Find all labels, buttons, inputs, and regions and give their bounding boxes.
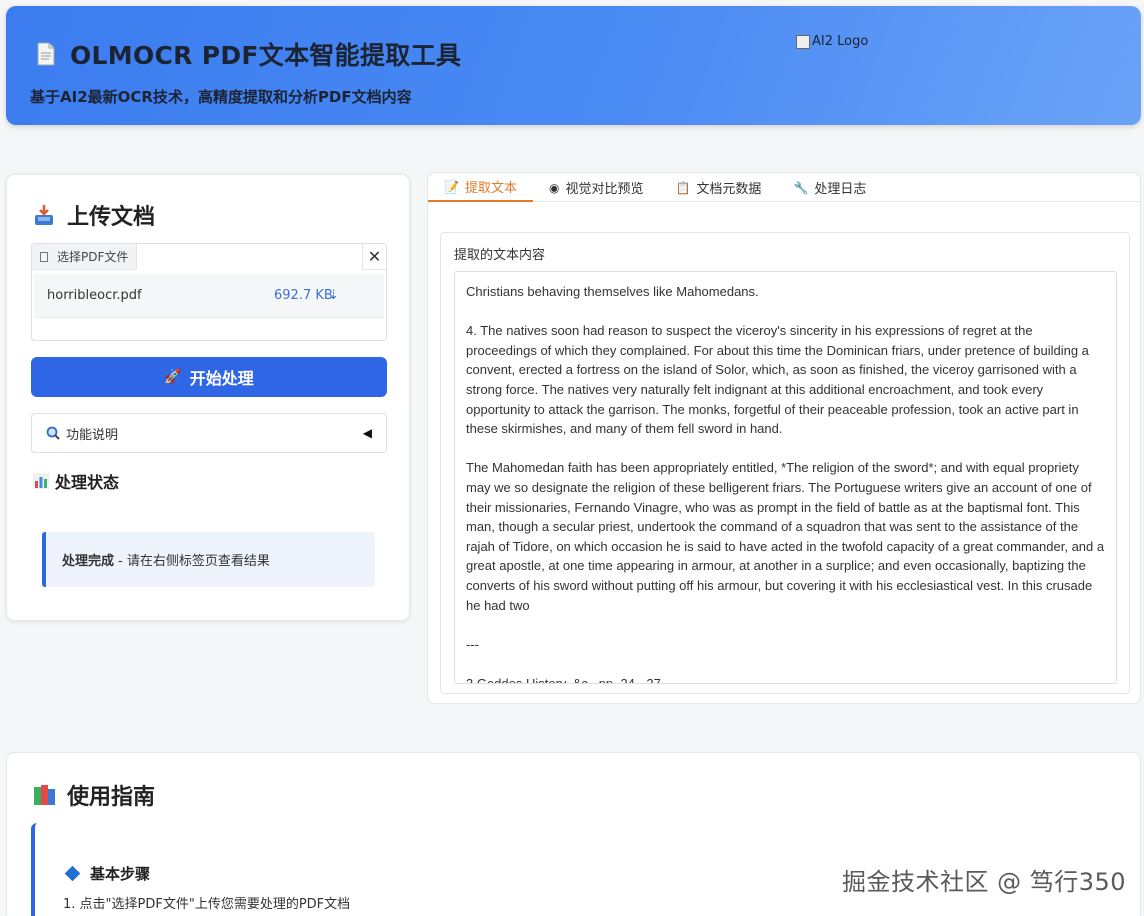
collapse-arrow-icon: ◀ bbox=[362, 426, 372, 440]
tab-extracted-text[interactable]: 📝 提取文本 bbox=[428, 173, 533, 202]
rocket-icon: 🚀 bbox=[164, 369, 182, 385]
tab-label: 提取文本 bbox=[464, 181, 517, 196]
start-processing-button[interactable]: 🚀 开始处理 bbox=[31, 357, 387, 397]
upload-title-text: 上传文档 bbox=[67, 205, 156, 230]
ai2-logo: AI2 Logo bbox=[796, 34, 868, 49]
logo-alt-text: AI2 Logo bbox=[812, 34, 869, 49]
tab-processing-log[interactable]: 🔧 处理日志 bbox=[777, 173, 882, 202]
books-icon bbox=[34, 785, 55, 805]
diamond-icon bbox=[64, 865, 81, 882]
upload-panel: 上传文档 选择PDF文件 ✕ horribleocr.pdf 692.7 KB … bbox=[6, 174, 410, 621]
text-paragraph: Christians behaving themselves like Maho… bbox=[466, 284, 759, 299]
close-icon[interactable]: ✕ bbox=[362, 244, 386, 270]
file-name: horribleocr.pdf bbox=[47, 288, 142, 303]
uploaded-file-row: horribleocr.pdf 692.7 KB ⇣ bbox=[34, 274, 384, 318]
result-tabs: 📝 提取文本 ◉ 视觉对比预览 📋 文档元数据 🔧 处理日志 bbox=[428, 173, 1140, 202]
app-subtitle: 基于AI2最新OCR技术，高精度提取和分析PDF文档内容 bbox=[30, 88, 412, 106]
document-icon bbox=[37, 42, 55, 66]
wrench-icon: 🔧 bbox=[793, 180, 809, 195]
title-row: OLMOCR PDF文本智能提取工具 bbox=[36, 36, 461, 72]
step-item: 1. 点击"选择PDF文件"上传您需要处理的PDF文档 bbox=[63, 897, 351, 912]
inbox-tray-icon bbox=[35, 205, 53, 225]
bar-chart-icon bbox=[33, 473, 49, 489]
tab-visual-compare[interactable]: ◉ 视觉对比预览 bbox=[533, 173, 660, 202]
upload-section-title: 上传文档 bbox=[33, 199, 155, 231]
steps-heading-text: 基本步骤 bbox=[90, 865, 151, 883]
guide-section-title: 使用指南 bbox=[33, 779, 155, 811]
magnifier-icon bbox=[46, 426, 60, 440]
file-icon bbox=[40, 251, 48, 262]
choose-file-label: 选择PDF文件 bbox=[57, 250, 129, 264]
guide-title-text: 使用指南 bbox=[67, 785, 156, 810]
app-header: OLMOCR PDF文本智能提取工具 基于AI2最新OCR技术，高精度提取和分析… bbox=[6, 6, 1141, 125]
status-title-text: 处理状态 bbox=[55, 473, 120, 492]
tab-metadata[interactable]: 📋 文档元数据 bbox=[659, 173, 777, 202]
app-title: OLMOCR PDF文本智能提取工具 bbox=[70, 41, 462, 70]
status-section-title: 处理状态 bbox=[33, 469, 119, 493]
tab-label: 处理日志 bbox=[814, 182, 867, 197]
status-message: 处理完成 - 请在右侧标签页查看结果 bbox=[42, 532, 375, 587]
text-paragraph: The Mahomedan faith has been appropriate… bbox=[466, 460, 1105, 613]
text-paragraph: --- bbox=[466, 636, 479, 652]
results-panel: 📝 提取文本 ◉ 视觉对比预览 📋 文档元数据 🔧 处理日志 提取的文本内容 C… bbox=[427, 172, 1141, 704]
feature-label: 功能说明 bbox=[66, 427, 119, 443]
text-paragraph: 4. The natives soon had reason to suspec… bbox=[466, 323, 1089, 437]
tab-label: 视觉对比预览 bbox=[565, 182, 644, 197]
clipboard-icon: 📋 bbox=[675, 180, 691, 195]
status-text: - 请在右侧标签页查看结果 bbox=[118, 554, 270, 569]
eye-icon: ◉ bbox=[548, 180, 560, 195]
memo-icon: 📝 bbox=[444, 179, 459, 194]
feature-description-accordion[interactable]: 功能说明 ◀ bbox=[31, 413, 387, 453]
choose-file-button[interactable]: 选择PDF文件 bbox=[32, 244, 138, 270]
text-paragraph: 3 Geddes History, &c., pp. 24 - 27. bbox=[466, 675, 665, 684]
extracted-text-label: 提取的文本内容 bbox=[454, 248, 546, 263]
status-bold: 处理完成 bbox=[62, 554, 115, 569]
file-size-link[interactable]: 692.7 KB bbox=[274, 288, 333, 303]
broken-image-icon bbox=[796, 34, 810, 49]
tab-label: 文档元数据 bbox=[696, 182, 762, 197]
extracted-text-area[interactable]: Christians behaving themselves like Maho… bbox=[454, 271, 1117, 684]
extracted-text-panel: 提取的文本内容 Christians behaving themselves l… bbox=[440, 232, 1130, 694]
watermark: 掘金技术社区 @ 笃行350 bbox=[842, 868, 1127, 896]
start-button-label: 开始处理 bbox=[189, 369, 254, 388]
file-upload-box[interactable]: 选择PDF文件 ✕ horribleocr.pdf 692.7 KB ⇣ bbox=[31, 243, 387, 341]
download-icon[interactable]: ⇣ bbox=[328, 288, 339, 303]
steps-heading: 基本步骤 bbox=[64, 863, 151, 884]
